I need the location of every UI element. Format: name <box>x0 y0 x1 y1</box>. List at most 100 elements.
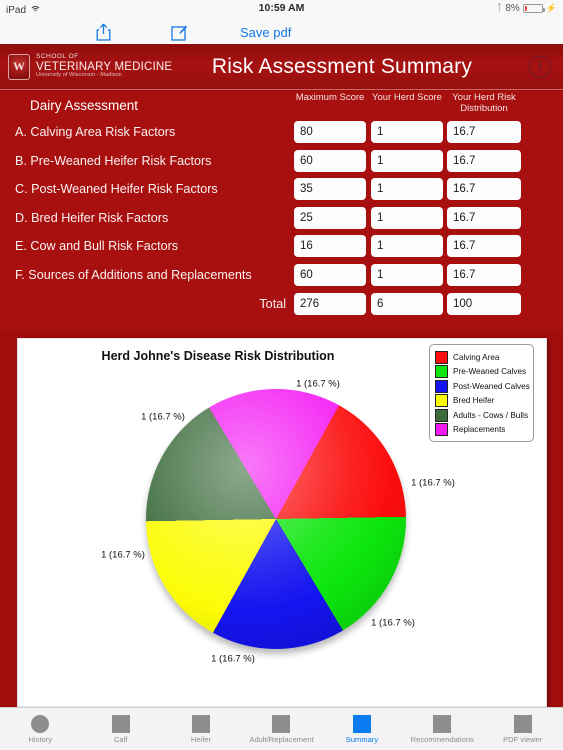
pie-slices[interactable] <box>146 389 406 649</box>
table-row: A. Calving Area Risk Factors 80 1 16.7 <box>0 119 563 148</box>
history-icon <box>31 714 50 733</box>
logo-text: SCHOOL OF VETERINARY MEDICINE University… <box>30 53 172 79</box>
info-glyph: i <box>538 58 542 74</box>
row-label: C. Post-Weaned Heifer Risk Factors <box>15 182 218 197</box>
row-label: E. Cow and Bull Risk Factors <box>15 239 179 254</box>
herd-score-field[interactable]: 1 <box>371 178 443 201</box>
row-label: D. Bred Heifer Risk Factors <box>15 210 169 225</box>
tab-label: Adult/Replacement <box>249 734 314 744</box>
status-bar: iPad 10:59 AM ᛏ 8% ⚡ <box>0 0 563 20</box>
legend-label: Adults - Cows / Bulls <box>453 410 529 420</box>
tab-history[interactable]: History <box>0 714 80 744</box>
clock-label: 10:59 AM <box>258 2 305 14</box>
legend-label: Post-Weaned Calves <box>453 381 530 391</box>
tab-label: History <box>28 734 53 744</box>
max-score-field[interactable]: 16 <box>294 235 366 258</box>
chart-legend: Calving Area Pre-Weaned Calves Post-Wean… <box>429 344 534 442</box>
total-herd-score-field[interactable]: 6 <box>371 292 443 315</box>
legend-swatch-post-weaned-calves <box>435 379 448 393</box>
tab-heifer[interactable]: Heifer <box>161 714 241 744</box>
tab-label: Heifer <box>190 734 212 744</box>
table-row: E. Cow and Bull Risk Factors 16 1 16.7 <box>0 233 563 262</box>
total-max-score-field[interactable]: 276 <box>294 292 366 315</box>
column-header-your-herd-score: Your Herd Score <box>372 92 442 103</box>
tab-pdf-viewer[interactable]: PDF viewer <box>483 714 563 744</box>
legend-swatch-calving-area <box>435 350 448 364</box>
chart-title: Herd Johne's Disease Risk Distribution <box>101 349 335 363</box>
page-title: Risk Assessment Summary <box>211 54 473 78</box>
battery-icon <box>522 4 545 13</box>
calf-icon <box>111 714 130 733</box>
recommendations-icon <box>433 714 452 733</box>
legend-label: Pre-Weaned Calves <box>453 367 527 377</box>
legend-label: Calving Area <box>453 352 500 362</box>
column-header-your-herd-risk-distribution: Your Herd Risk Distribution <box>452 92 516 114</box>
legend-item: Post-Weaned Calves <box>435 379 530 394</box>
battery-percent-label: 8% <box>505 3 520 14</box>
legend-swatch-adults-cows-bulls <box>435 408 448 422</box>
total-label: Total <box>259 296 286 311</box>
table-header-row: Dairy Assessment Maximum Score Your Herd… <box>0 91 563 119</box>
tab-label: PDF viewer <box>503 734 543 744</box>
risk-distribution-field[interactable]: 16.7 <box>447 178 521 201</box>
risk-distribution-field[interactable]: 16.7 <box>447 206 521 229</box>
chart-panel: Herd Johne's Disease Risk Distribution 1… <box>17 338 547 707</box>
herd-score-field[interactable]: 1 <box>371 121 443 143</box>
assessment-table: Dairy Assessment Maximum Score Your Herd… <box>0 91 563 331</box>
column-header-maximum-score: Maximum Score <box>295 92 365 103</box>
legend-item: Pre-Weaned Calves <box>435 365 528 380</box>
legend-swatch-pre-weaned-calves <box>435 365 448 379</box>
crest-letter: W <box>13 59 25 73</box>
tab-recommendations[interactable]: Recommendations <box>402 714 482 744</box>
lightning-bolt-icon: ⚡ <box>545 3 557 13</box>
save-pdf-button[interactable]: Save pdf <box>240 25 291 40</box>
risk-distribution-field[interactable]: 16.7 <box>447 121 521 143</box>
logo-line-1: SCHOOL OF <box>36 53 79 61</box>
tab-adult-replacement[interactable]: Adult/Replacement <box>241 714 321 744</box>
tab-calf[interactable]: Calf <box>80 714 160 744</box>
herd-score-field[interactable]: 1 <box>371 263 443 286</box>
pie-slice-label: 1 (16.7 %) <box>296 378 340 390</box>
tab-label: Recommendations <box>410 734 474 744</box>
total-risk-distribution-field[interactable]: 100 <box>447 292 521 315</box>
max-score-field[interactable]: 25 <box>294 206 366 229</box>
pie-slice-label: 1 (16.7 %) <box>141 411 185 423</box>
share-icon[interactable] <box>90 22 116 42</box>
legend-label: Replacements <box>453 425 506 435</box>
table-row: D. Bred Heifer Risk Factors 25 1 16.7 <box>0 205 563 234</box>
section-label: Dairy Assessment <box>30 98 139 113</box>
max-score-field[interactable]: 80 <box>294 121 366 143</box>
legend-swatch-replacements <box>435 423 448 437</box>
adult-replacement-icon <box>272 714 291 733</box>
table-row: F. Sources of Additions and Replacements… <box>0 262 563 291</box>
risk-distribution-field[interactable]: 16.7 <box>447 263 521 286</box>
herd-score-field[interactable]: 1 <box>371 206 443 229</box>
uw-crest-icon: W <box>8 53 30 80</box>
app-root: iPad 10:59 AM ᛏ 8% ⚡ Save pdf W SCHOOL O… <box>0 0 563 750</box>
tab-summary[interactable]: Summary <box>322 714 402 744</box>
legend-item: Bred Heifer <box>435 394 528 409</box>
table-total-row: Total 276 6 100 <box>0 291 563 320</box>
summary-icon <box>352 714 371 733</box>
bluetooth-icon: ᛏ <box>496 3 503 14</box>
risk-distribution-field[interactable]: 16.7 <box>447 235 521 258</box>
herd-score-field[interactable]: 1 <box>371 149 443 172</box>
pie-slice-label: 1 (16.7 %) <box>371 617 415 629</box>
top-toolbar: Save pdf <box>0 20 563 44</box>
uw-vet-med-logo: W SCHOOL OF VETERINARY MEDICINE Universi… <box>0 53 175 80</box>
row-label: F. Sources of Additions and Replacements <box>15 267 252 282</box>
max-score-field[interactable]: 60 <box>294 263 366 286</box>
app-header: W SCHOOL OF VETERINARY MEDICINE Universi… <box>0 44 563 90</box>
herd-score-field[interactable]: 1 <box>371 235 443 258</box>
max-score-field[interactable]: 35 <box>294 178 366 201</box>
row-label: B. Pre-Weaned Heifer Risk Factors <box>15 153 212 168</box>
risk-distribution-field[interactable]: 16.7 <box>447 149 521 172</box>
max-score-field[interactable]: 60 <box>294 149 366 172</box>
pie-slice-label: 1 (16.7 %) <box>211 653 255 665</box>
legend-swatch-bred-heifer <box>435 394 448 408</box>
compose-icon[interactable] <box>166 22 192 42</box>
legend-item: Calving Area <box>435 350 528 365</box>
tab-label: Calf <box>113 734 128 744</box>
info-icon[interactable]: i <box>529 55 551 78</box>
legend-item: Replacements <box>435 423 528 438</box>
